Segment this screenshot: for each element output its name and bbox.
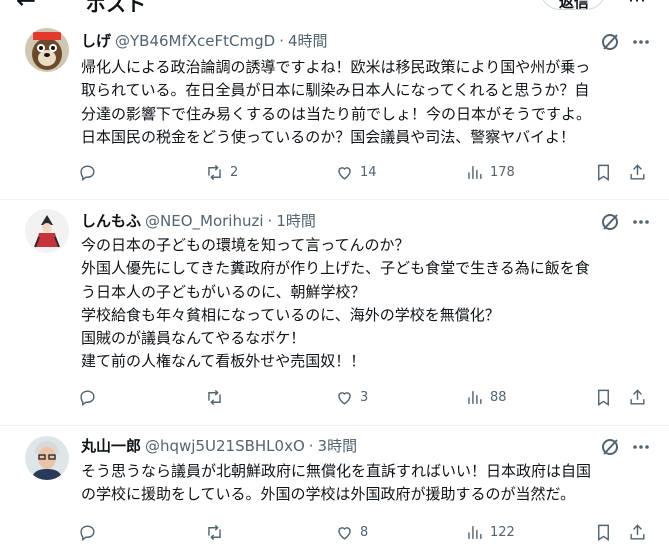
grok-icon[interactable] bbox=[600, 212, 620, 232]
display-name[interactable]: 丸山一郎 bbox=[81, 437, 141, 455]
reply-icon bbox=[80, 389, 95, 406]
tweet-header: しげ @YB46MfXceFtCmgD · 4時間 bbox=[81, 30, 328, 52]
bookmark-icon bbox=[598, 164, 609, 181]
tweet-text: 帰化人による政治論調の誘導ですよね！欧米は移民政策により国や州が乗っ 取られてい… bbox=[81, 56, 649, 149]
like-icon bbox=[338, 166, 351, 180]
user-handle[interactable]: @hqwj5U21SBHL0xO bbox=[145, 437, 305, 455]
tweet-text-line: 帰化人による政治論調の誘導ですよね！欧米は移民政策により国や州が乗っ bbox=[81, 58, 591, 76]
share-action[interactable] bbox=[628, 521, 647, 543]
like-action[interactable]: 3 bbox=[335, 386, 368, 408]
repost-action[interactable] bbox=[205, 521, 230, 543]
tweet-text-line: 日本国民の税金をどう使っているのか？国会議員や司法、警察ヤバイよ！ bbox=[81, 127, 575, 146]
tweet-text-line: 分達の影響下で住み易くするのは当たり前でしょ！今の日本がそうですよ。 bbox=[81, 104, 592, 123]
repost-action[interactable]: 2 bbox=[205, 161, 238, 183]
tweet-actions: 2 14 178 bbox=[78, 161, 653, 183]
like-icon bbox=[338, 526, 351, 540]
repost-icon bbox=[208, 164, 221, 180]
display-name[interactable]: しんもふ bbox=[81, 212, 141, 230]
bookmark-action[interactable] bbox=[594, 161, 613, 183]
tweet-text-line: そう思うなら議員が北朝鮮政府に無償化を直訴すればいい！日本政府は自国 bbox=[81, 462, 592, 480]
avatar[interactable] bbox=[25, 209, 69, 253]
tweet-text-line: 外国人優先にしてきた糞政府が作り上げた、子ども食堂で生きる為に飯を食 bbox=[81, 259, 590, 278]
like-action[interactable]: 14 bbox=[335, 161, 377, 183]
like-icon bbox=[338, 391, 351, 405]
share-icon bbox=[630, 388, 645, 405]
reply-action[interactable] bbox=[78, 386, 97, 408]
more-icon[interactable]: ⋯ bbox=[628, 0, 646, 11]
page-title: ポスト bbox=[86, 0, 146, 14]
like-count: 14 bbox=[360, 164, 377, 180]
tweet-text-line: 今の日本の子どもの環境を知って言ってんのか？ bbox=[81, 236, 410, 254]
tweet-actions: 8 122 bbox=[78, 521, 653, 543]
reply-icon bbox=[80, 524, 95, 541]
bookmark-action[interactable] bbox=[594, 386, 613, 408]
like-count: 8 bbox=[360, 524, 369, 540]
tweet[interactable]: しんもふ @NEO_Morihuzi · 1時間 今の日本の子どもの環境を知って言って… bbox=[0, 199, 669, 426]
share-icon bbox=[630, 523, 645, 540]
tweet-text-line: 国賊のが議員なんてやるなボケ！ bbox=[81, 329, 306, 348]
tweet[interactable]: しげ @YB46MfXceFtCmgD · 4時間 帰化人による政治論調の誘導ですよね… bbox=[0, 14, 669, 200]
grok-icon[interactable] bbox=[600, 32, 620, 52]
avatar[interactable] bbox=[25, 436, 69, 480]
tweet-text-line: 取られている。在日全員が日本に馴染み日本人になってくれると思うか？自 bbox=[81, 81, 590, 100]
tweet-text-line: 学校給食も年々貧相になっているのに、海外の学校を無償化？ bbox=[81, 305, 500, 324]
views-count: 178 bbox=[490, 164, 515, 180]
separator: · bbox=[279, 32, 284, 50]
views-count: 88 bbox=[490, 389, 507, 405]
back-arrow-icon[interactable]: ← bbox=[16, 0, 36, 14]
share-action[interactable] bbox=[628, 161, 647, 183]
display-name[interactable]: しげ bbox=[81, 32, 111, 50]
separator: · bbox=[308, 437, 314, 455]
tweet-text: そう思うなら議員が北朝鮮政府に無償化を直訴すればいい！日本政府は自国 の学校に援… bbox=[81, 460, 649, 507]
bookmark-icon bbox=[598, 389, 609, 406]
like-action[interactable]: 8 bbox=[335, 521, 368, 543]
repost-icon bbox=[208, 524, 221, 540]
tweet-header: 丸山一郎 @hqwj5U21SBHL0xO · 3時間 bbox=[81, 435, 357, 457]
separator: · bbox=[267, 212, 273, 230]
reply-icon bbox=[80, 164, 95, 181]
top-bar: ← ポスト 返信 ⋯ bbox=[0, 0, 669, 14]
timestamp[interactable]: 1時間 bbox=[276, 212, 316, 230]
tweet[interactable]: 丸山一郎 @hqwj5U21SBHL0xO · 3時間 そう思うなら議員が北朝鮮政府に… bbox=[0, 425, 669, 553]
views-action[interactable]: 178 bbox=[465, 161, 515, 183]
bookmark-action[interactable] bbox=[594, 521, 613, 543]
timestamp[interactable]: 3時間 bbox=[318, 437, 358, 455]
more-icon[interactable] bbox=[632, 212, 650, 232]
reply-button[interactable]: 返信 bbox=[540, 0, 606, 11]
repost-icon bbox=[208, 389, 221, 405]
views-icon bbox=[468, 525, 482, 539]
tweet-text-line: う日本人の子どもがいるのに、朝鮮学校？ bbox=[81, 282, 366, 301]
avatar[interactable] bbox=[25, 28, 69, 72]
reply-action[interactable] bbox=[78, 161, 97, 183]
tweet-header: しんもふ @NEO_Morihuzi · 1時間 bbox=[81, 210, 316, 232]
reply-action[interactable] bbox=[78, 521, 97, 543]
views-action[interactable]: 88 bbox=[465, 386, 507, 408]
tweet-text-line: 建て前の人権なんて看板外せや売国奴！！ bbox=[81, 352, 366, 371]
more-icon[interactable] bbox=[632, 32, 650, 52]
share-icon bbox=[630, 163, 645, 180]
bookmark-icon bbox=[598, 524, 609, 541]
views-icon bbox=[468, 165, 482, 179]
repost-count: 2 bbox=[230, 164, 239, 180]
user-handle[interactable]: @YB46MfXceFtCmgD bbox=[115, 32, 275, 50]
user-handle[interactable]: @NEO_Morihuzi bbox=[145, 212, 264, 230]
reply-button-label: 返信 bbox=[559, 0, 590, 11]
share-action[interactable] bbox=[628, 386, 647, 408]
repost-action[interactable] bbox=[205, 386, 230, 408]
like-count: 3 bbox=[360, 389, 369, 405]
views-action[interactable]: 122 bbox=[465, 521, 515, 543]
timestamp[interactable]: 4時間 bbox=[288, 32, 328, 50]
views-icon bbox=[468, 390, 482, 404]
tweet-text-line: の学校に援助をしている。外国の学校は外国政府が援助するのが当然だ。 bbox=[81, 485, 576, 504]
views-count: 122 bbox=[490, 524, 515, 540]
more-icon[interactable] bbox=[632, 437, 650, 457]
tweet-text: 今の日本の子どもの環境を知って言ってんのか？ 外国人優先にしてきた糞政府が作り上… bbox=[81, 234, 649, 374]
grok-icon[interactable] bbox=[600, 437, 620, 457]
tweet-actions: 3 88 bbox=[78, 386, 653, 408]
